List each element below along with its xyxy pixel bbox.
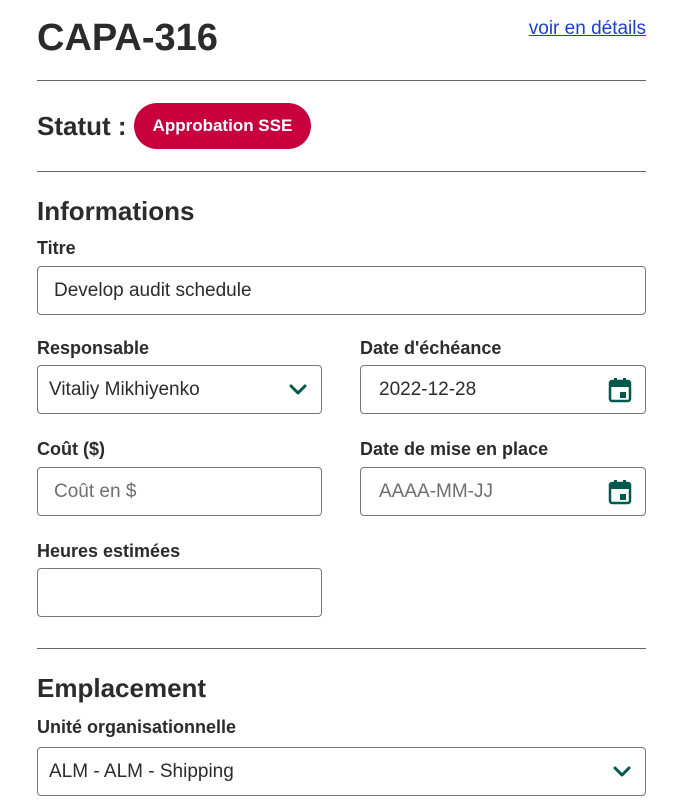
date-echeance-input[interactable]: 2022-12-28	[360, 365, 646, 414]
date-mise-en-place-placeholder: AAAA-MM-JJ	[379, 480, 493, 502]
responsable-select[interactable]: Vitaliy Mikhiyenko	[37, 365, 322, 414]
section-title-informations: Informations	[37, 196, 195, 226]
date-mise-en-place-input[interactable]: AAAA-MM-JJ	[360, 467, 646, 516]
unite-organisationnelle-label: Unité organisationnelle	[37, 717, 237, 737]
unite-organisationnelle-select[interactable]: ALM - ALM - Shipping	[37, 747, 646, 796]
responsable-label: Responsable	[37, 338, 150, 358]
date-echeance-value: 2022-12-28	[379, 378, 477, 400]
status-row: Statut : Approbation SSE	[37, 81, 646, 171]
status-label: Statut :	[37, 110, 127, 141]
titre-input[interactable]: Develop audit schedule	[37, 266, 646, 315]
emplacement-section: Emplacement Unité organisationnelle ALM …	[37, 649, 646, 808]
unite-organisationnelle-value: ALM - ALM - Shipping	[49, 760, 234, 782]
cout-placeholder: Coût en $	[54, 480, 137, 502]
page-header: CAPA-316 voir en détails	[37, 0, 646, 80]
chevron-down-icon	[613, 766, 631, 776]
responsable-value: Vitaliy Mikhiyenko	[49, 378, 200, 400]
informations-section: Informations Titre Develop audit schedul…	[37, 172, 646, 648]
page-title: CAPA-316	[37, 17, 218, 59]
heures-estimees-input[interactable]	[37, 568, 322, 617]
titre-value: Develop audit schedule	[54, 279, 252, 301]
section-title-emplacement: Emplacement	[37, 673, 207, 703]
date-echeance-label: Date d'échéance	[360, 338, 502, 358]
cout-label: Coût ($)	[37, 439, 105, 459]
capa-form: CAPA-316 voir en détails Statut : Approb…	[37, 0, 646, 808]
heures-estimees-label: Heures estimées	[37, 541, 181, 561]
titre-label: Titre	[37, 238, 76, 258]
calendar-icon[interactable]	[608, 479, 632, 505]
date-mise-en-place-label: Date de mise en place	[360, 439, 549, 459]
details-link[interactable]: voir en détails	[529, 18, 646, 40]
status-badge: Approbation SSE	[133, 103, 312, 149]
calendar-icon[interactable]	[608, 377, 632, 403]
cout-input[interactable]: Coût en $	[37, 467, 322, 516]
chevron-down-icon	[289, 384, 307, 394]
